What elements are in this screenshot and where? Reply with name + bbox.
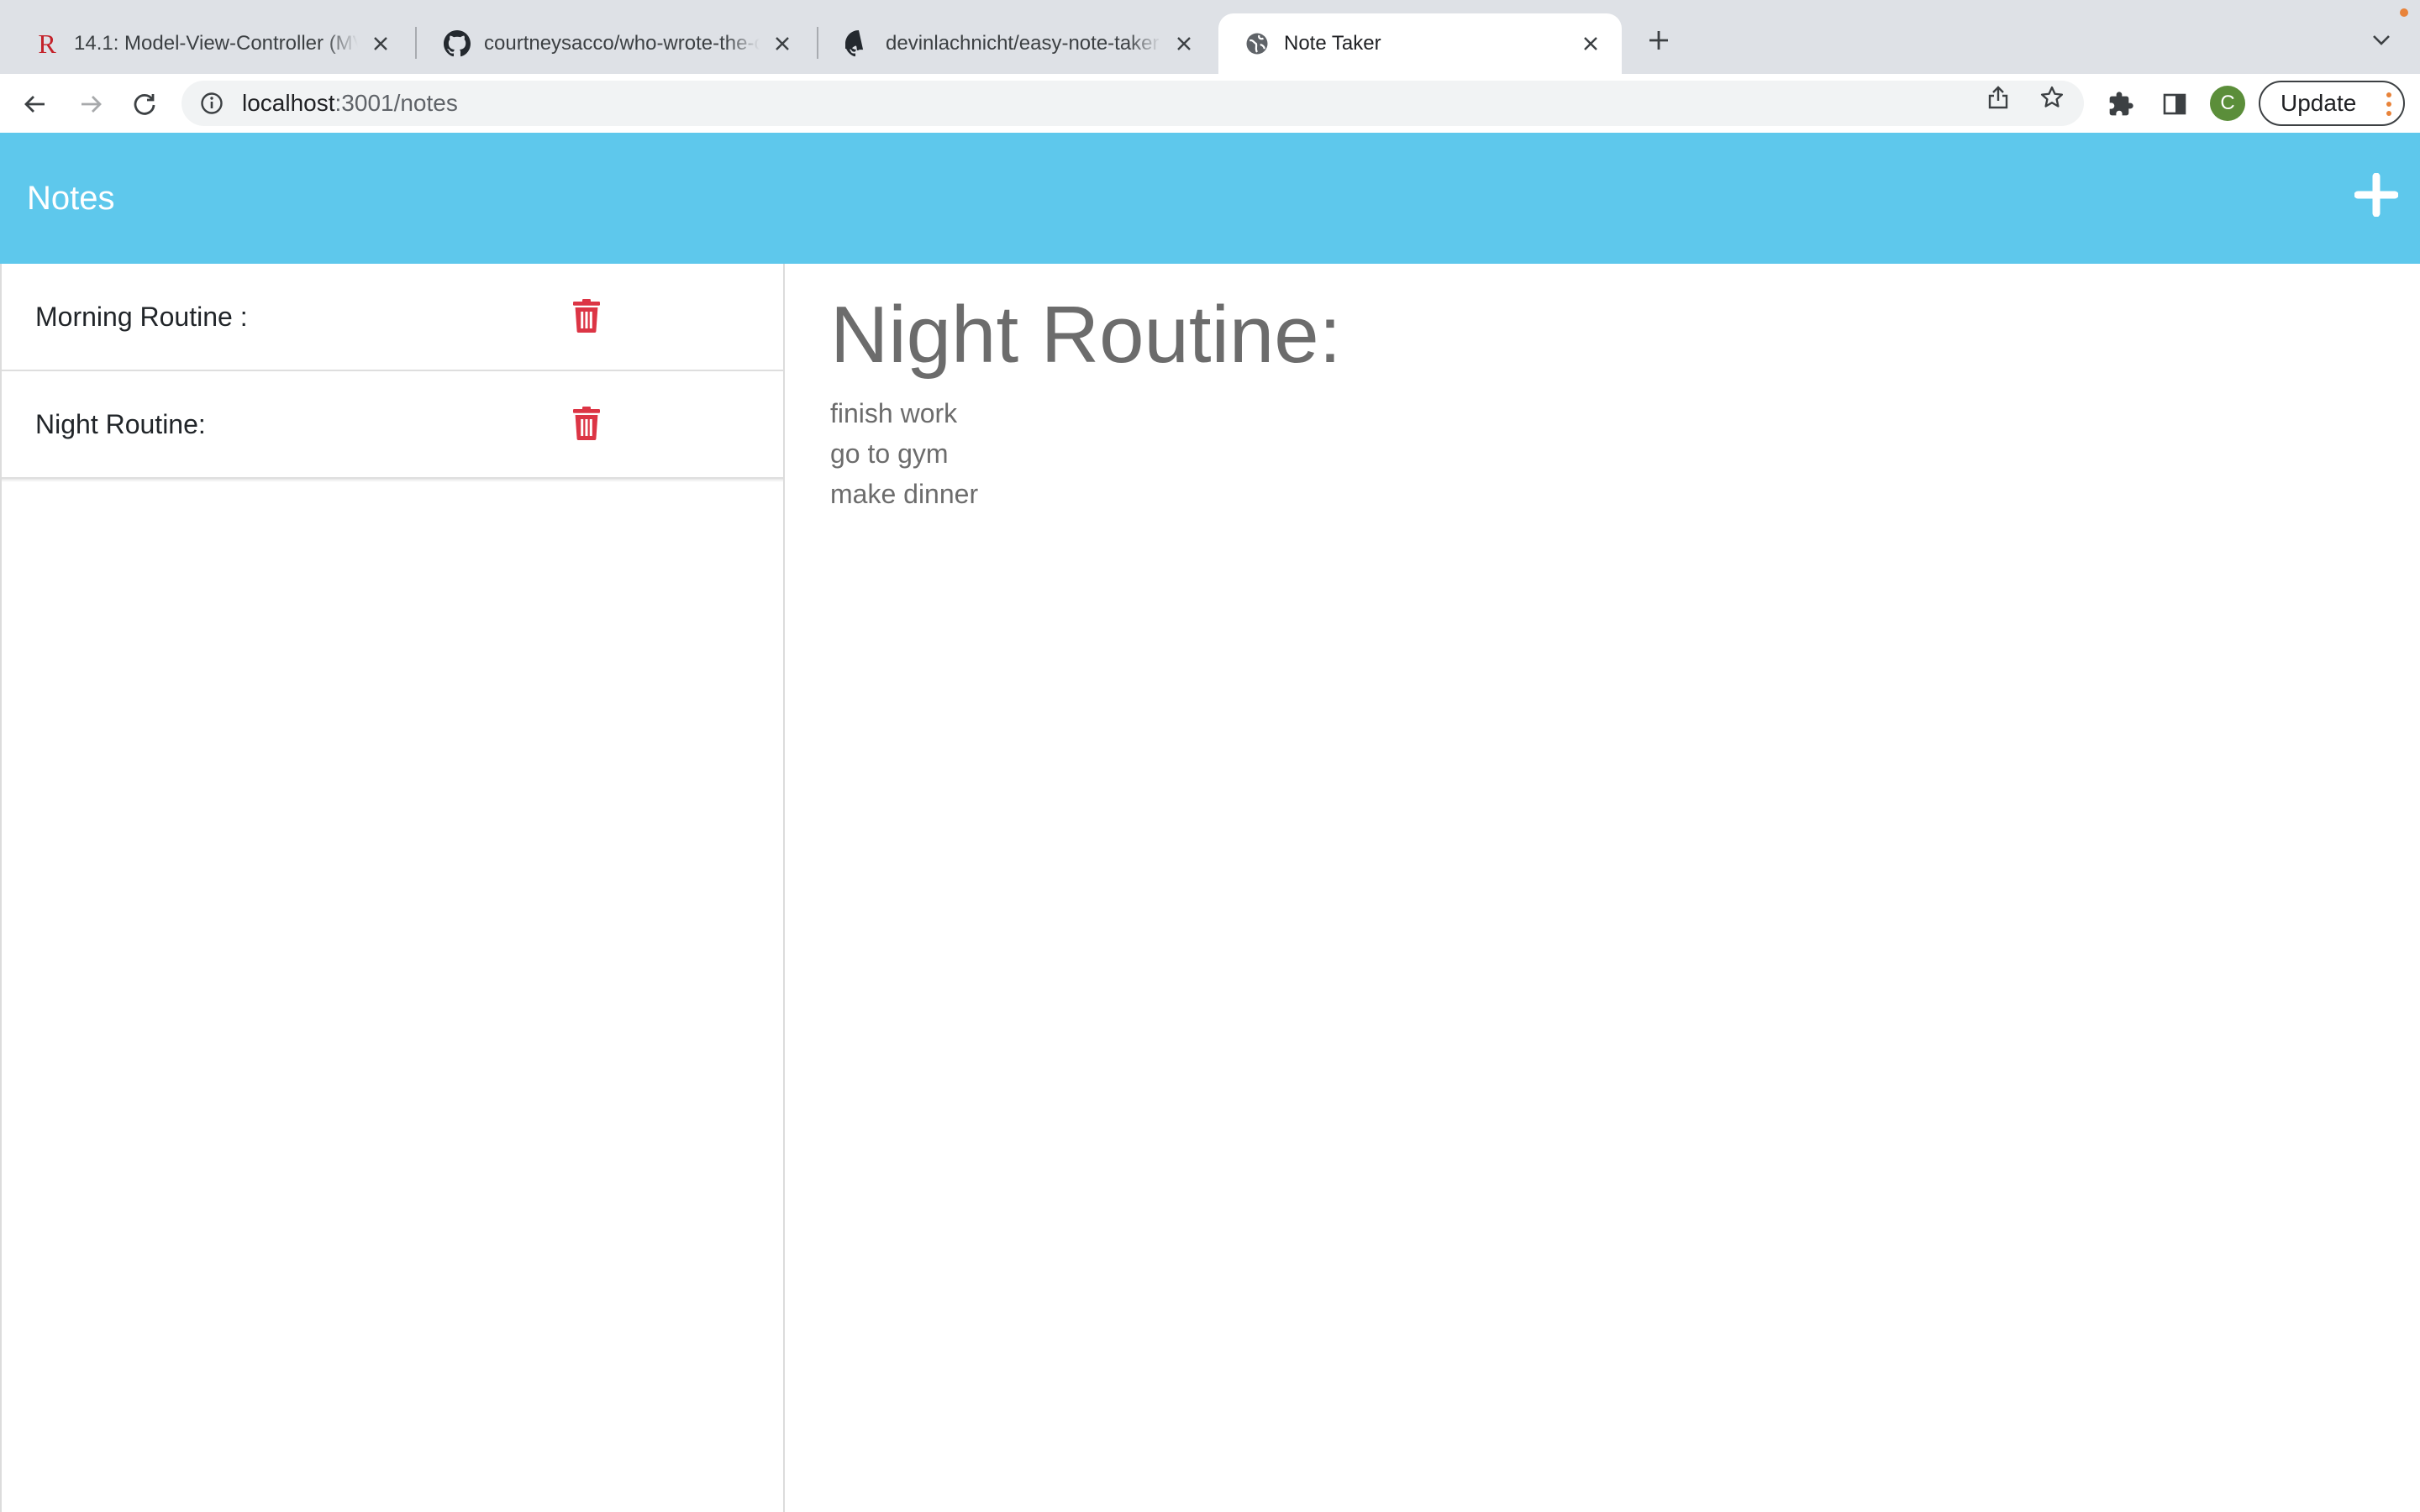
notification-dot (2400, 8, 2408, 17)
tab-separator (817, 27, 818, 59)
puzzle-icon[interactable] (2104, 87, 2138, 121)
star-icon[interactable] (2037, 82, 2067, 113)
note-list: Morning Routine : Night Routine: (2, 264, 783, 482)
reload-icon (134, 93, 155, 115)
plus-icon[interactable] (2354, 173, 2398, 217)
note-line: go to gym (830, 438, 949, 469)
github-icon (444, 30, 471, 57)
more-vertical-icon (2386, 92, 2391, 118)
browser-tab-2[interactable]: courtneysacco/who-wrote-the-code (418, 13, 813, 74)
address-bar[interactable]: localhost:3001/notes (182, 81, 2084, 126)
trash-icon[interactable] (573, 407, 600, 440)
forward-button[interactable] (72, 86, 109, 123)
plus-icon (1649, 31, 1668, 50)
close-icon[interactable] (368, 31, 393, 56)
tab-separator (415, 27, 417, 59)
chevron-down-icon (2373, 35, 2390, 45)
tab-title: courtneysacco/who-wrote-the-code (484, 32, 760, 55)
note-title: Night Routine: (35, 408, 206, 439)
arrow-right-icon (82, 96, 102, 113)
close-icon[interactable] (1578, 31, 1603, 56)
new-tab-button[interactable] (1640, 22, 1677, 59)
arrow-left-icon (24, 96, 45, 113)
github-icon (845, 30, 872, 57)
close-icon[interactable] (770, 31, 795, 56)
note-view: Night Routine: finish work go to gym mak… (785, 264, 2420, 1512)
note-line: make dinner (830, 479, 979, 509)
note-list-panel: Morning Routine : Night Routine: (0, 264, 785, 1512)
globe-icon (1244, 30, 1270, 57)
info-icon[interactable] (198, 90, 225, 117)
url-text: localhost:3001/notes (242, 90, 458, 116)
note-title-display[interactable]: Night Routine: (830, 289, 1341, 381)
app-brand[interactable]: Notes (27, 133, 115, 264)
note-line: finish work (830, 398, 958, 428)
close-icon[interactable] (1171, 31, 1197, 56)
browser-toolbar: localhost:3001/notes C Update (0, 74, 2420, 134)
trash-icon[interactable] (573, 299, 600, 333)
app-navbar: Notes (0, 133, 2420, 264)
update-label: Update (2281, 90, 2357, 116)
share-icon[interactable] (1983, 82, 2013, 113)
tab-search-button[interactable] (2366, 25, 2396, 55)
list-item[interactable]: Morning Routine : (2, 264, 783, 371)
browser-tab-active[interactable]: Note Taker (1218, 13, 1622, 74)
browser-tab-1[interactable]: R 14.1: Model-View-Controller (MVC) (8, 13, 412, 74)
reload-button[interactable] (126, 86, 163, 123)
browser-tab-strip: R 14.1: Model-View-Controller (MVC) cour… (0, 0, 2420, 74)
r-serif-icon: R (38, 28, 56, 59)
tab-title: devinlachnicht/easy-note-taker (886, 32, 1161, 55)
side-panel-icon[interactable] (2158, 87, 2191, 121)
back-button[interactable] (17, 86, 54, 123)
note-text-display[interactable]: finish work go to gym make dinner (830, 393, 978, 514)
browser-tab-3[interactable]: devinlachnicht/easy-note-taker (820, 13, 1215, 74)
tab-title: Note Taker (1284, 32, 1381, 55)
list-item[interactable]: Night Routine: (2, 371, 783, 479)
update-button[interactable]: Update (2259, 81, 2405, 126)
list-divider (2, 479, 783, 482)
tab-title: 14.1: Model-View-Controller (MVC) (74, 32, 358, 55)
note-title: Morning Routine : (35, 301, 248, 332)
profile-avatar[interactable]: C (2210, 86, 2245, 121)
